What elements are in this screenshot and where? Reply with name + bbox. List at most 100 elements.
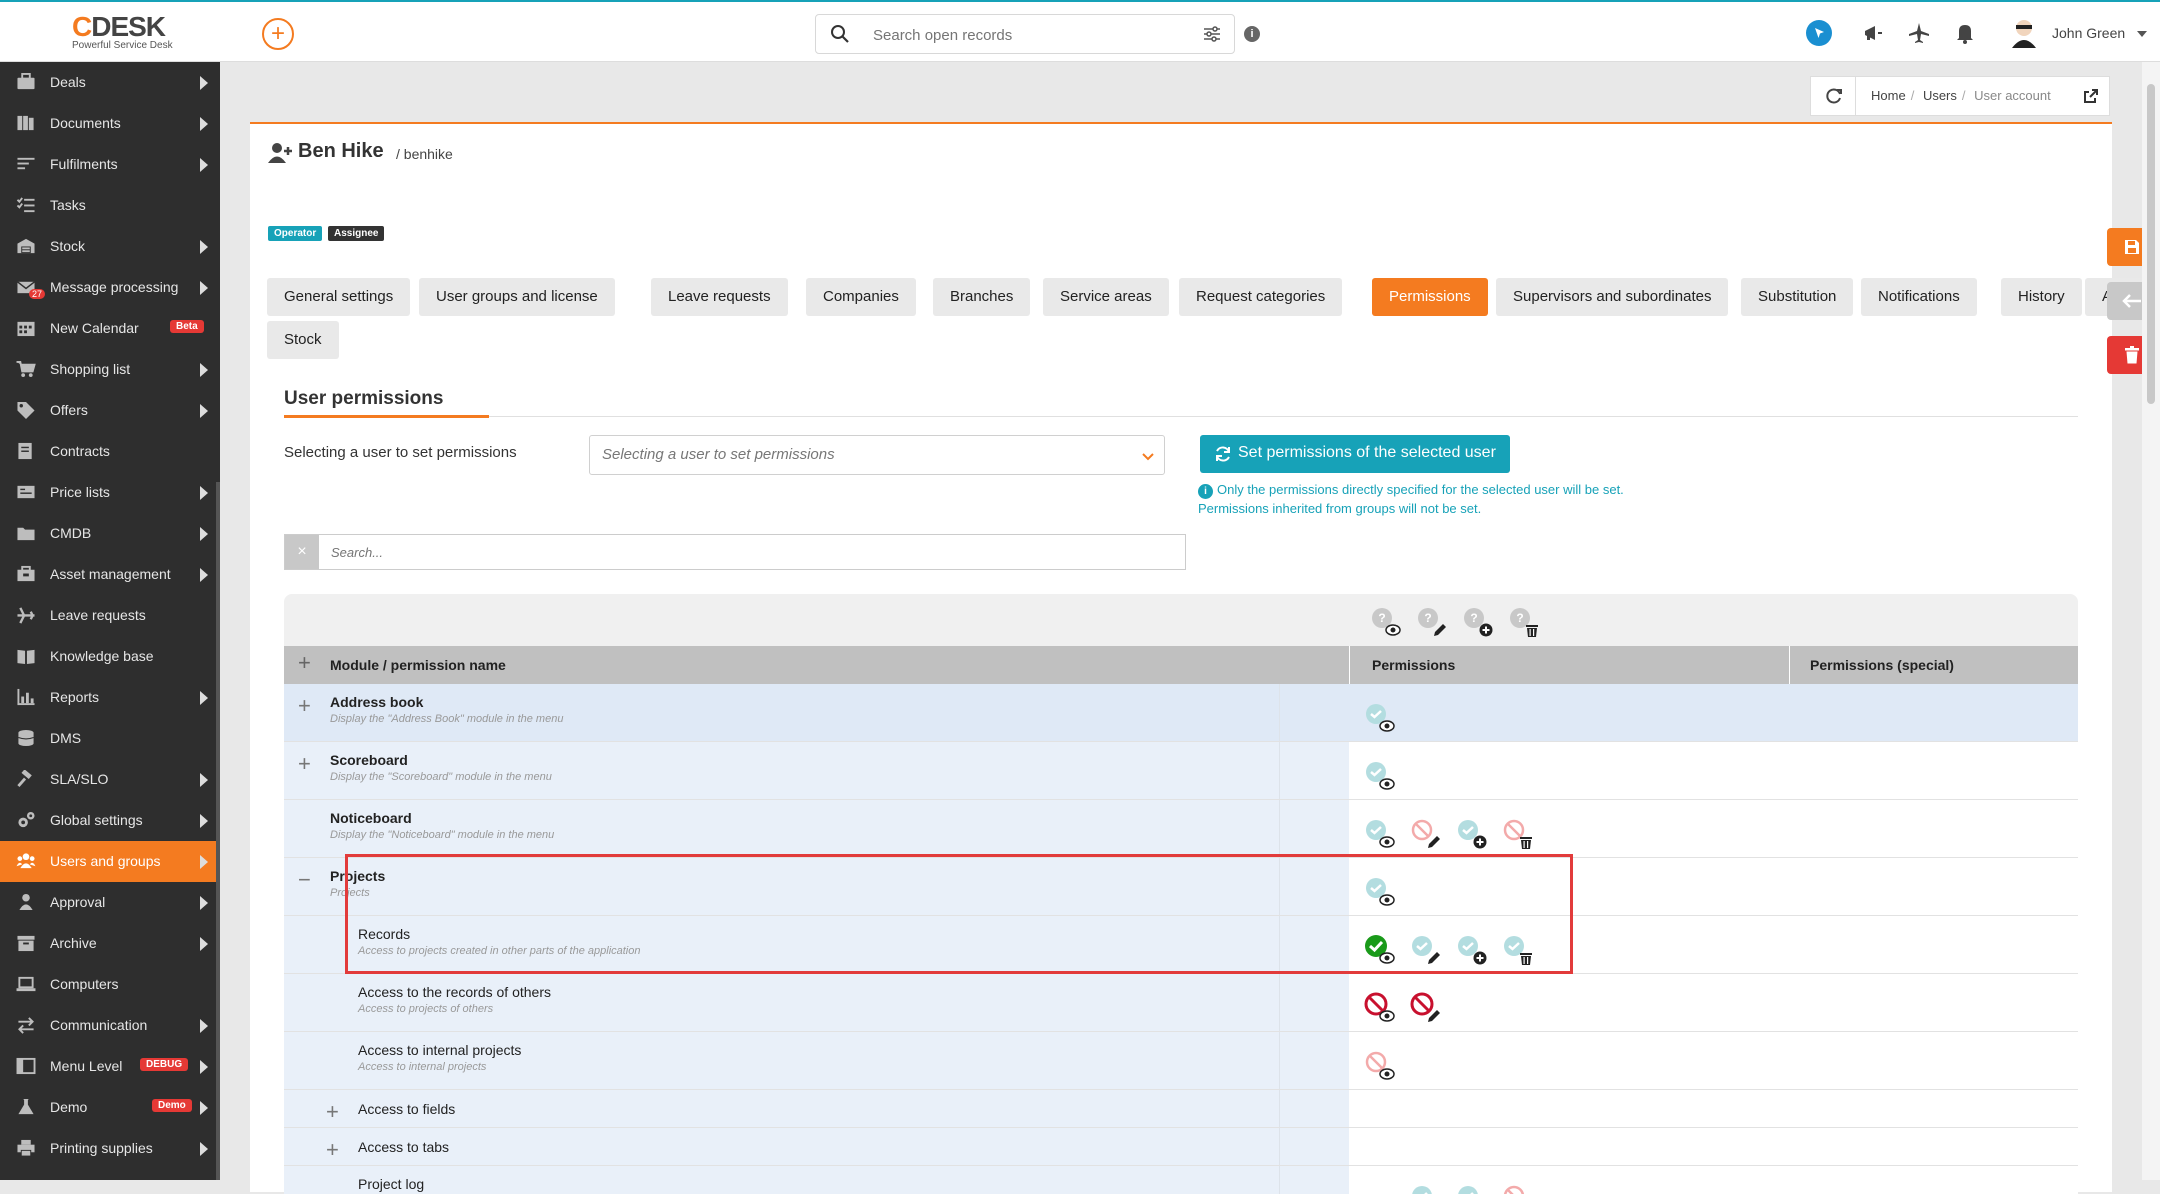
sidebar-item-printing-supplies[interactable]: Printing supplies (0, 1128, 220, 1169)
expand-arrow-icon[interactable] (200, 117, 208, 131)
expand-arrow-icon[interactable] (200, 158, 208, 172)
inherited-deny-edit-permission-icon[interactable] (1410, 818, 1442, 850)
expand-row-icon[interactable]: + (326, 1101, 339, 1123)
sidebar-item-dms[interactable]: DMS (0, 718, 220, 759)
sidebar-item-demo[interactable]: Demo Demo (0, 1087, 220, 1128)
pointer-mode-icon[interactable] (1806, 20, 1832, 46)
sidebar-item-users-and-groups[interactable]: Users and groups (0, 841, 220, 882)
sidebar-item-sla-slo[interactable]: SLA/SLO (0, 759, 220, 800)
unknown-edit-icon[interactable]: ? (1416, 606, 1448, 638)
expand-row-icon[interactable]: + (326, 1139, 339, 1161)
tab-stock[interactable]: Stock (267, 321, 339, 359)
sidebar-item-knowledge-base[interactable]: Knowledge base (0, 636, 220, 677)
external-link-icon[interactable] (2083, 88, 2099, 104)
table-row[interactable]: + Access to tabs (284, 1128, 2078, 1166)
unknown-add-icon[interactable]: ? (1462, 606, 1494, 638)
sidebar-item-offers[interactable]: Offers (0, 390, 220, 431)
expand-arrow-icon[interactable] (200, 896, 208, 910)
sidebar-item-message-processing[interactable]: Message processing 27 (0, 267, 220, 308)
expand-arrow-icon[interactable] (200, 814, 208, 828)
inherited-deny-view-permission-icon[interactable] (1364, 1050, 1396, 1082)
sidebar-item-stock[interactable]: Stock (0, 226, 220, 267)
sidebar-item-global-settings[interactable]: Global settings (0, 800, 220, 841)
expand-arrow-icon[interactable] (200, 937, 208, 951)
sidebar-item-reports[interactable]: Reports (0, 677, 220, 718)
search-info-icon[interactable]: i (1244, 26, 1260, 42)
table-row[interactable]: Access to internal projects Access to int… (284, 1032, 2078, 1090)
set-permissions-button[interactable]: Set permissions of the selected user (1200, 435, 1510, 473)
table-row[interactable]: Project logAccess to edit records in the… (284, 1166, 2078, 1194)
sidebar-item-approval[interactable]: Approval (0, 882, 220, 923)
table-row[interactable]: − Projects Projects (284, 858, 2078, 916)
clear-search-button[interactable]: × (285, 535, 319, 569)
filter-settings-icon[interactable] (1202, 24, 1222, 44)
inherited-view-permission-icon[interactable] (1364, 818, 1396, 850)
sidebar-item-communication[interactable]: Communication (0, 1005, 220, 1046)
sidebar-item-tasks[interactable]: Tasks (0, 185, 220, 226)
sidebar-item-computers[interactable]: Computers (0, 964, 220, 1005)
denied-view-permission-icon[interactable] (1364, 992, 1396, 1024)
inherited-view-permission-icon[interactable] (1364, 876, 1396, 908)
expand-arrow-icon[interactable] (200, 527, 208, 541)
tab-substitution[interactable]: Substitution (1741, 278, 1854, 316)
sidebar-item-archive[interactable]: Archive (0, 923, 220, 964)
allowed-view-permission-icon[interactable] (1364, 934, 1396, 966)
sidebar-item-deals[interactable]: Deals (0, 62, 220, 103)
unknown-delete-icon[interactable]: ? (1508, 606, 1540, 638)
page-scrollbar[interactable] (2142, 62, 2160, 1180)
expand-arrow-icon[interactable] (200, 773, 208, 787)
expand-arrow-icon[interactable] (200, 691, 208, 705)
tab-supervisors-and-subordinates[interactable]: Supervisors and subordinates (1496, 278, 1729, 316)
sidebar-item-documents[interactable]: Documents (0, 103, 220, 144)
sidebar-item-new-calendar[interactable]: New Calendar Beta (0, 308, 220, 349)
expand-arrow-icon[interactable] (200, 281, 208, 295)
sidebar-item-menu-level[interactable]: Menu Level DEBUG (0, 1046, 220, 1087)
inherited-view-permission-icon[interactable] (1364, 702, 1396, 734)
tab-service-areas[interactable]: Service areas (1043, 278, 1169, 316)
inherited-view-permission-icon[interactable] (1364, 760, 1396, 792)
expand-all-icon[interactable]: + (298, 652, 311, 674)
expand-row-icon[interactable]: + (298, 695, 311, 717)
inherited-deny-delete-permission-icon[interactable] (1502, 1184, 1534, 1194)
inherited-add-permission-icon[interactable] (1456, 1184, 1488, 1194)
tab-history[interactable]: History (2001, 278, 2082, 316)
table-row[interactable]: + Scoreboard Display the "Scoreboard" modu… (284, 742, 2078, 800)
tab-leave-requests[interactable]: Leave requests (651, 278, 788, 316)
inherited-edit-permission-icon[interactable] (1410, 934, 1442, 966)
tab-branches[interactable]: Branches (933, 278, 1031, 316)
global-search-input[interactable] (871, 23, 1171, 47)
inherited-deny-delete-permission-icon[interactable] (1502, 818, 1534, 850)
tab-companies[interactable]: Companies (806, 278, 916, 316)
expand-arrow-icon[interactable] (200, 568, 208, 582)
inherited-add-permission-icon[interactable] (1456, 934, 1488, 966)
tab-notifications[interactable]: Notifications (1861, 278, 1977, 316)
expand-arrow-icon[interactable] (200, 1142, 208, 1156)
sidebar-item-fulfilments[interactable]: Fulfilments (0, 144, 220, 185)
expand-arrow-icon[interactable] (200, 1060, 208, 1074)
tab-general-settings[interactable]: General settings (267, 278, 411, 316)
expand-arrow-icon[interactable] (200, 76, 208, 90)
table-row[interactable]: Access to the records of others Access to… (284, 974, 2078, 1032)
tab-user-groups-and-license[interactable]: User groups and license (419, 278, 615, 316)
expand-arrow-icon[interactable] (200, 1019, 208, 1033)
add-new-button[interactable]: + (262, 18, 294, 50)
expand-arrow-icon[interactable] (200, 1101, 208, 1115)
inherited-edit-permission-icon[interactable] (1410, 1184, 1442, 1194)
tab-request-categories[interactable]: Request categories (1179, 278, 1343, 316)
table-row[interactable]: Noticeboard Display the "Noticeboard" mod… (284, 800, 2078, 858)
refresh-icon[interactable] (1825, 87, 1843, 105)
table-row[interactable]: + Address book Display the "Address Book" … (284, 684, 2078, 742)
table-row[interactable]: Records Access to projects created in oth… (284, 916, 2078, 974)
select-user-dropdown[interactable]: Selecting a user to set permissions (589, 435, 1165, 475)
expand-arrow-icon[interactable] (200, 363, 208, 377)
table-row[interactable]: + Access to fields (284, 1090, 2078, 1128)
sidebar-item-asset-management[interactable]: Asset management (0, 554, 220, 595)
tab-permissions[interactable]: Permissions (1372, 278, 1488, 316)
expand-arrow-icon[interactable] (200, 404, 208, 418)
expand-arrow-icon[interactable] (200, 855, 208, 869)
sidebar-item-price-lists[interactable]: Price lists (0, 472, 220, 513)
sidebar-item-cmdb[interactable]: CMDB (0, 513, 220, 554)
inherited-add-permission-icon[interactable] (1456, 818, 1488, 850)
breadcrumb-home[interactable]: Home (1871, 88, 1906, 103)
breadcrumb-users[interactable]: Users (1923, 88, 1957, 103)
